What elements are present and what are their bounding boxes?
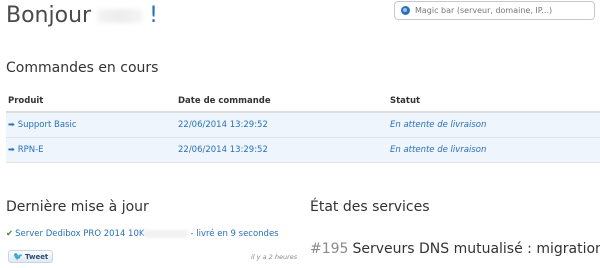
greeting-exclamation: !	[149, 3, 158, 28]
orders-title: Commandes en cours	[6, 60, 159, 76]
globe-icon	[401, 6, 410, 15]
date-cell: 22/06/2014 13:29:52	[176, 137, 388, 163]
redacted-username	[97, 9, 144, 23]
arrow-right-icon: ➡	[8, 120, 15, 129]
greeting: Bonjour!	[6, 2, 158, 30]
service-incident-number: #195	[310, 241, 349, 257]
status-cell: En attente de livraison	[388, 112, 600, 138]
status-cell: En attente de livraison	[388, 137, 600, 163]
product-link[interactable]: Support Basic	[18, 120, 77, 130]
orders-header-row: Produit Date de commande Statut	[6, 91, 600, 113]
date-cell: 22/06/2014 13:29:52	[176, 112, 388, 138]
update-timestamp: il y a 2 heures	[251, 253, 298, 261]
column-header-product: Produit	[6, 91, 176, 113]
magic-bar[interactable]	[394, 1, 595, 20]
tweet-label: Tweet	[24, 252, 49, 261]
twitter-bird-icon: 🐦	[13, 252, 23, 261]
update-item[interactable]: ✔ Server Dedibox PRO 2014 10K - livré en 9…	[6, 229, 296, 239]
column-header-status: Statut	[388, 91, 600, 113]
table-row[interactable]: ➡ RPN-E 22/06/2014 13:29:52 En attente de…	[6, 137, 600, 163]
magic-bar-input[interactable]	[415, 6, 593, 15]
updates-title: Dernière mise à jour	[6, 199, 149, 215]
update-item-prefix[interactable]: Server Dedibox PRO 2014 10K	[15, 229, 144, 239]
table-row[interactable]: ➡ Support Basic 22/06/2014 13:29:52 En at…	[6, 112, 600, 138]
greeting-text: Bonjour	[6, 3, 92, 28]
tweet-button[interactable]: 🐦 Tweet	[8, 250, 54, 263]
update-item-suffix: - livré en 9 secondes	[190, 229, 279, 239]
services-title: État des services	[310, 199, 430, 215]
orders-table: Produit Date de commande Statut ➡ Support…	[6, 91, 600, 163]
arrow-right-icon: ➡	[8, 145, 15, 154]
product-link[interactable]: RPN-E	[18, 145, 44, 155]
product-cell[interactable]: ➡ RPN-E	[6, 137, 176, 163]
product-cell[interactable]: ➡ Support Basic	[6, 112, 176, 138]
redacted-server-name	[144, 229, 189, 238]
service-incident-text[interactable]: Serveurs DNS mutualisé : migration	[352, 241, 600, 257]
column-header-date: Date de commande	[176, 91, 388, 113]
service-status-item[interactable]: #195 Serveurs DNS mutualisé : migration	[310, 241, 600, 257]
check-icon: ✔	[6, 229, 14, 239]
